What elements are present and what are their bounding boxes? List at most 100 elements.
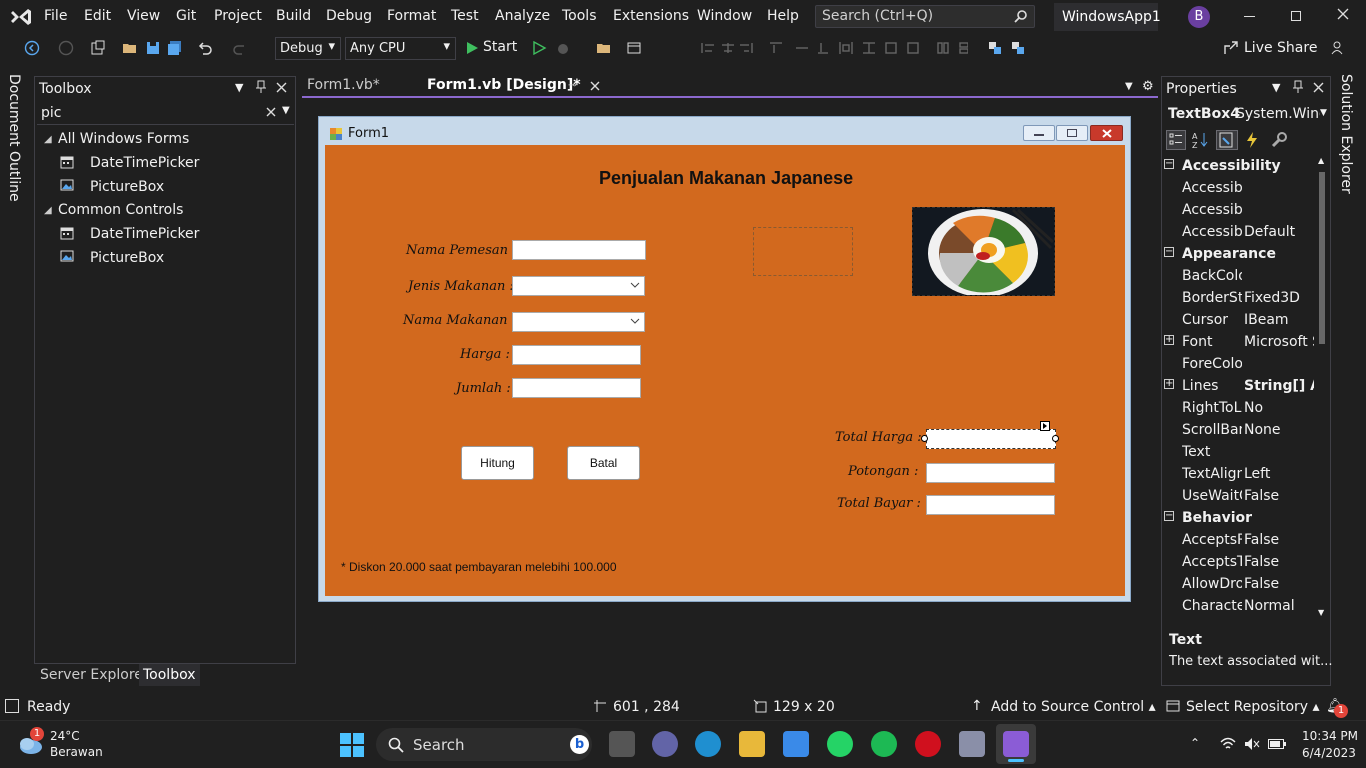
solution-explorer-tab[interactable]: Solution Explorer xyxy=(1336,74,1364,194)
opera-icon[interactable] xyxy=(915,731,941,757)
clear-search-icon[interactable] xyxy=(266,107,276,117)
search-box[interactable]: Search (Ctrl+Q) xyxy=(815,5,1035,28)
menu-extensions[interactable]: Extensions xyxy=(613,8,689,24)
object-selector[interactable]: TextBox4 System.Wind ▼ xyxy=(1164,104,1328,126)
clock-date[interactable]: 6/4/2023 xyxy=(1302,746,1356,760)
form-close-icon[interactable] xyxy=(1090,125,1123,141)
forward-icon[interactable] xyxy=(58,40,74,56)
property-value[interactable]: String[] Ar xyxy=(1244,378,1314,394)
collapse-icon[interactable]: − xyxy=(1164,247,1174,257)
tree-item-picturebox[interactable]: PictureBox xyxy=(90,179,164,195)
property-row[interactable]: + Lines String[] Ar xyxy=(1162,375,1314,397)
expand-icon[interactable]: + xyxy=(1164,379,1174,389)
jumlah-input[interactable] xyxy=(512,378,641,398)
nama-makanan-combo[interactable] xyxy=(512,312,645,332)
tab-toolbox[interactable]: Toolbox xyxy=(139,664,200,686)
open-icon[interactable] xyxy=(122,40,138,56)
weather-temp[interactable]: 24°C xyxy=(50,729,80,743)
property-row[interactable]: Text xyxy=(1162,441,1314,463)
redo-icon[interactable] xyxy=(232,40,248,56)
menu-project[interactable]: Project xyxy=(214,8,262,24)
avatar[interactable]: B xyxy=(1188,6,1210,28)
document-outline-tab[interactable]: Document Outline xyxy=(4,74,30,202)
hot-reload-icon[interactable] xyxy=(555,40,571,56)
food-picture[interactable] xyxy=(912,207,1055,296)
menu-analyze[interactable]: Analyze xyxy=(495,8,550,24)
menu-file[interactable]: File xyxy=(44,8,67,24)
scroll-thumb[interactable] xyxy=(1319,172,1325,344)
new-project-icon[interactable] xyxy=(90,40,106,56)
picturebox-placeholder[interactable] xyxy=(753,227,853,276)
store-icon[interactable] xyxy=(783,731,809,757)
undo-icon[interactable] xyxy=(197,40,213,56)
platform-dropdown[interactable]: Any CPU ▾ xyxy=(345,37,456,60)
menu-edit[interactable]: Edit xyxy=(84,8,111,24)
property-row[interactable]: Accessible xyxy=(1162,177,1314,199)
align-tools-icon[interactable] xyxy=(700,40,830,56)
search-options-icon[interactable]: ▼ xyxy=(282,105,290,116)
start-without-debug-icon[interactable] xyxy=(531,40,547,56)
property-row[interactable]: ForeColoWindow xyxy=(1162,353,1314,375)
wifi-icon[interactable] xyxy=(1220,737,1236,751)
total-bayar-input[interactable] xyxy=(926,495,1055,515)
property-row[interactable]: ScrollBarsNone xyxy=(1162,419,1314,441)
folder-icon[interactable] xyxy=(596,40,612,56)
property-category[interactable]: − Appearance xyxy=(1162,243,1314,265)
panel-menu-icon[interactable]: ▼ xyxy=(235,81,243,94)
property-row[interactable]: AcceptsR False xyxy=(1162,529,1314,551)
tab-server-explorer[interactable]: Server Explorer xyxy=(40,667,149,683)
battery-icon[interactable] xyxy=(1268,739,1286,749)
tab-form1-design[interactable]: Form1.vb [Design]* xyxy=(422,76,610,96)
jenis-makanan-combo[interactable] xyxy=(512,276,645,296)
feedback-icon[interactable] xyxy=(1330,40,1346,56)
tree-item-datetimepicker[interactable]: DateTimePicker xyxy=(90,155,199,171)
nama-pemesan-input[interactable] xyxy=(512,240,646,260)
menu-help[interactable]: Help xyxy=(767,8,799,24)
property-value[interactable]: No xyxy=(1244,400,1314,416)
weather-desc[interactable]: Berawan xyxy=(50,745,103,759)
property-row[interactable]: UseWaitCFalse xyxy=(1162,485,1314,507)
tree-item-picturebox[interactable]: PictureBox xyxy=(90,250,164,266)
close-tab-icon[interactable] xyxy=(590,81,600,91)
live-share-icon[interactable] xyxy=(1223,40,1239,56)
menu-format[interactable]: Format xyxy=(387,8,436,24)
scroll-down-icon[interactable]: ▼ xyxy=(1318,608,1324,617)
property-category[interactable]: − Accessibility xyxy=(1162,155,1314,177)
collapse-icon[interactable]: − xyxy=(1164,159,1174,169)
selection-handle[interactable] xyxy=(921,435,928,442)
form-minimize-icon[interactable] xyxy=(1023,125,1055,141)
categorized-icon[interactable] xyxy=(1166,130,1186,150)
harga-input[interactable] xyxy=(512,345,641,365)
property-value[interactable]: Left xyxy=(1244,466,1314,482)
restore-icon[interactable] xyxy=(1291,11,1301,21)
scroll-up-icon[interactable]: ▲ xyxy=(1318,156,1324,165)
panel-menu-icon[interactable]: ▼ xyxy=(1272,81,1280,94)
add-to-source-control[interactable]: Add to Source Control ▴ xyxy=(991,699,1156,715)
potongan-input[interactable] xyxy=(926,463,1055,483)
property-row[interactable]: TextAlign Left xyxy=(1162,463,1314,485)
live-share-label[interactable]: Live Share xyxy=(1244,40,1317,56)
menu-build[interactable]: Build xyxy=(276,8,311,24)
file-explorer-icon[interactable] xyxy=(739,731,765,757)
tab-form1-code[interactable]: Form1.vb* xyxy=(302,76,385,96)
settings-gear-icon[interactable]: ⚙ xyxy=(1142,79,1154,94)
expand-icon[interactable]: + xyxy=(1164,335,1174,345)
configuration-dropdown[interactable]: Debug ▾ xyxy=(275,37,341,60)
spacing-tools-icon[interactable] xyxy=(838,40,968,56)
start-button-label[interactable]: Start xyxy=(483,39,517,55)
property-row[interactable]: Cursor IBeam xyxy=(1162,309,1314,331)
menu-test[interactable]: Test xyxy=(451,8,479,24)
back-icon[interactable] xyxy=(24,40,40,56)
selection-handle[interactable] xyxy=(1052,435,1059,442)
events-icon[interactable] xyxy=(1244,131,1260,149)
tree-group-all-windows-forms[interactable]: All Windows Forms xyxy=(58,131,189,147)
smart-tag-icon[interactable] xyxy=(1040,421,1050,431)
property-value[interactable]: False xyxy=(1244,532,1314,548)
close-panel-icon[interactable] xyxy=(276,82,287,93)
property-row[interactable]: Accessible xyxy=(1162,199,1314,221)
start-icon[interactable] xyxy=(464,40,480,56)
close-icon[interactable] xyxy=(1336,7,1350,21)
property-pages-icon[interactable] xyxy=(1271,131,1289,149)
teams-chat-icon[interactable] xyxy=(652,731,678,757)
property-value[interactable]: None xyxy=(1244,422,1314,438)
